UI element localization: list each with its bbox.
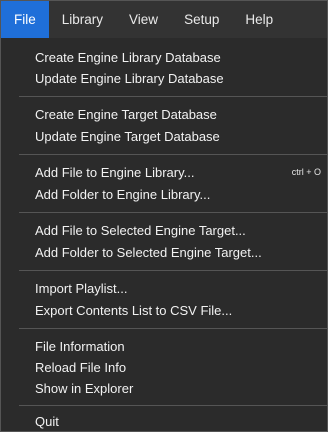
menu-bar: File Library View Setup Help (1, 1, 327, 38)
menubar-library[interactable]: Library (49, 1, 116, 38)
menu-item-create-engine-library-database[interactable]: Create Engine Library Database (35, 46, 321, 68)
menu-item-label: Update Engine Target Database (35, 128, 220, 144)
file-menu-dropdown: Create Engine Library Database Update En… (1, 38, 327, 431)
menu-item-update-engine-target-database[interactable]: Update Engine Target Database (35, 125, 321, 147)
menu-item-reload-file-info[interactable]: Reload File Info (35, 356, 321, 378)
shortcut-hint: ctrl + O (291, 167, 321, 177)
menu-item-update-engine-library-database[interactable]: Update Engine Library Database (35, 67, 321, 89)
menu-separator (19, 270, 327, 271)
menu-separator (19, 405, 327, 406)
app-window: File Library View Setup Help Create Engi… (0, 0, 328, 432)
menu-item-label: Add File to Engine Library... (35, 164, 195, 180)
menu-item-create-engine-target-database[interactable]: Create Engine Target Database (35, 103, 321, 125)
menu-item-label: Create Engine Target Database (35, 106, 217, 122)
menu-item-label: Add File to Selected Engine Target... (35, 222, 246, 238)
menu-item-quit[interactable]: Quit (35, 410, 321, 432)
menu-separator (19, 212, 327, 213)
menu-item-export-contents-list[interactable]: Export Contents List to CSV File... (35, 299, 321, 321)
menu-separator (19, 96, 327, 97)
menu-item-label: Quit (35, 413, 59, 429)
menu-separator (19, 154, 327, 155)
menu-item-label: Create Engine Library Database (35, 49, 221, 65)
menu-item-label: File Information (35, 338, 125, 354)
menu-item-label: Update Engine Library Database (35, 70, 224, 86)
menu-item-add-folder-to-engine-library[interactable]: Add Folder to Engine Library... (35, 183, 321, 205)
menu-item-add-folder-to-selected-engine-target[interactable]: Add Folder to Selected Engine Target... (35, 241, 321, 263)
menu-item-label: Reload File Info (35, 359, 127, 375)
menubar-view[interactable]: View (116, 1, 171, 38)
menu-item-label: Add Folder to Selected Engine Target... (35, 244, 262, 260)
menubar-setup[interactable]: Setup (171, 1, 232, 38)
menu-item-add-file-to-engine-library[interactable]: Add File to Engine Library... ctrl + O (35, 161, 321, 183)
menu-separator (19, 328, 327, 329)
menu-item-file-information[interactable]: File Information (35, 335, 321, 357)
menu-item-add-file-to-selected-engine-target[interactable]: Add File to Selected Engine Target... (35, 219, 321, 241)
menu-item-label: Show in Explorer (35, 380, 134, 396)
menu-item-label: Import Playlist... (35, 280, 128, 296)
menubar-file[interactable]: File (1, 1, 49, 38)
menu-item-import-playlist[interactable]: Import Playlist... (35, 277, 321, 299)
menubar-help[interactable]: Help (232, 1, 286, 38)
menu-item-label: Export Contents List to CSV File... (35, 302, 233, 318)
menu-item-label: Add Folder to Engine Library... (35, 186, 211, 202)
menu-item-show-in-explorer[interactable]: Show in Explorer (35, 377, 321, 399)
